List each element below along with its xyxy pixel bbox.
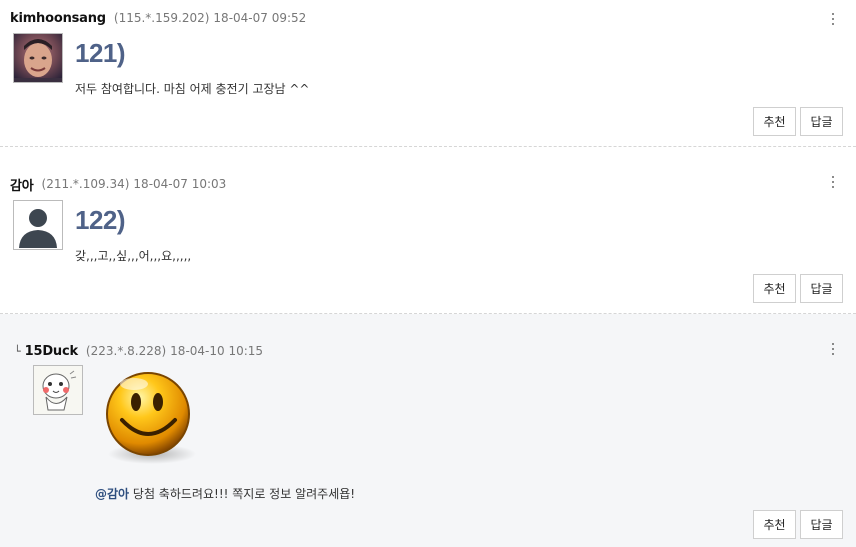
user-avatar[interactable] (13, 200, 63, 250)
comment-item: 감아 (211.*.109.34) 18-04-07 10:03 122) 갖,… (0, 147, 856, 313)
reply-comment-item: └ 15Duck (223.*.8.228) 18-04-10 10:15 @감… (0, 314, 856, 547)
user-avatar[interactable] (13, 33, 63, 83)
comment-number: 122) (75, 205, 126, 235)
recommend-button[interactable]: 추천 (753, 510, 796, 539)
comment-date: 18-04-07 10:03 (133, 177, 227, 191)
smiley-emoticon (100, 368, 204, 472)
reply-indicator-icon: └ (14, 344, 21, 358)
comment-ip: (115.*.159.202) (113, 11, 210, 25)
comment-meta: kimhoonsang (115.*.159.202) 18-04-07 09:… (10, 8, 306, 28)
comment-author[interactable]: kimhoonsang (10, 11, 106, 26)
reply-button[interactable]: 답글 (800, 274, 843, 303)
comment-date: 18-04-10 10:15 (170, 344, 264, 358)
more-menu-icon[interactable] (830, 174, 836, 190)
more-menu-icon[interactable] (830, 341, 836, 357)
smiley-face-icon (106, 372, 196, 464)
comment-number: 121) (75, 38, 126, 68)
comment-item: kimhoonsang (115.*.159.202) 18-04-07 09:… (0, 0, 856, 146)
comment-text: @감아 당첨 축하드려요!!! 쪽지로 정보 알려주세욥! (95, 485, 355, 502)
recommend-button[interactable]: 추천 (753, 107, 796, 136)
comment-text: 저두 참여합니다. 마침 어제 충전기 고장남 ^^ (75, 82, 310, 96)
comment-meta: └ 15Duck (223.*.8.228) 18-04-10 10:15 (14, 341, 263, 361)
reply-button[interactable]: 답글 (800, 107, 843, 136)
cartoon-character-icon (34, 366, 82, 414)
mention-link[interactable]: @감아 (95, 487, 129, 501)
comment-text: 갖,,,고,,싶,,,어,,,요,,,,, (75, 249, 192, 263)
comment-author[interactable]: 15Duck (25, 344, 78, 359)
default-user-icon (14, 201, 62, 249)
comment-body: 당첨 축하드려요!!! 쪽지로 정보 알려주세욥! (129, 487, 356, 501)
comment-date: 18-04-07 09:52 (213, 11, 307, 25)
reply-button[interactable]: 답글 (800, 510, 843, 539)
comment-author[interactable]: 감아 (10, 175, 34, 194)
comment-ip: (211.*.109.34) (41, 177, 130, 191)
user-photo-icon (14, 34, 62, 82)
recommend-button[interactable]: 추천 (753, 274, 796, 303)
comment-ip: (223.*.8.228) (85, 344, 167, 358)
more-menu-icon[interactable] (830, 11, 836, 27)
comment-meta: 감아 (211.*.109.34) 18-04-07 10:03 (10, 174, 226, 194)
user-avatar[interactable] (33, 365, 83, 415)
